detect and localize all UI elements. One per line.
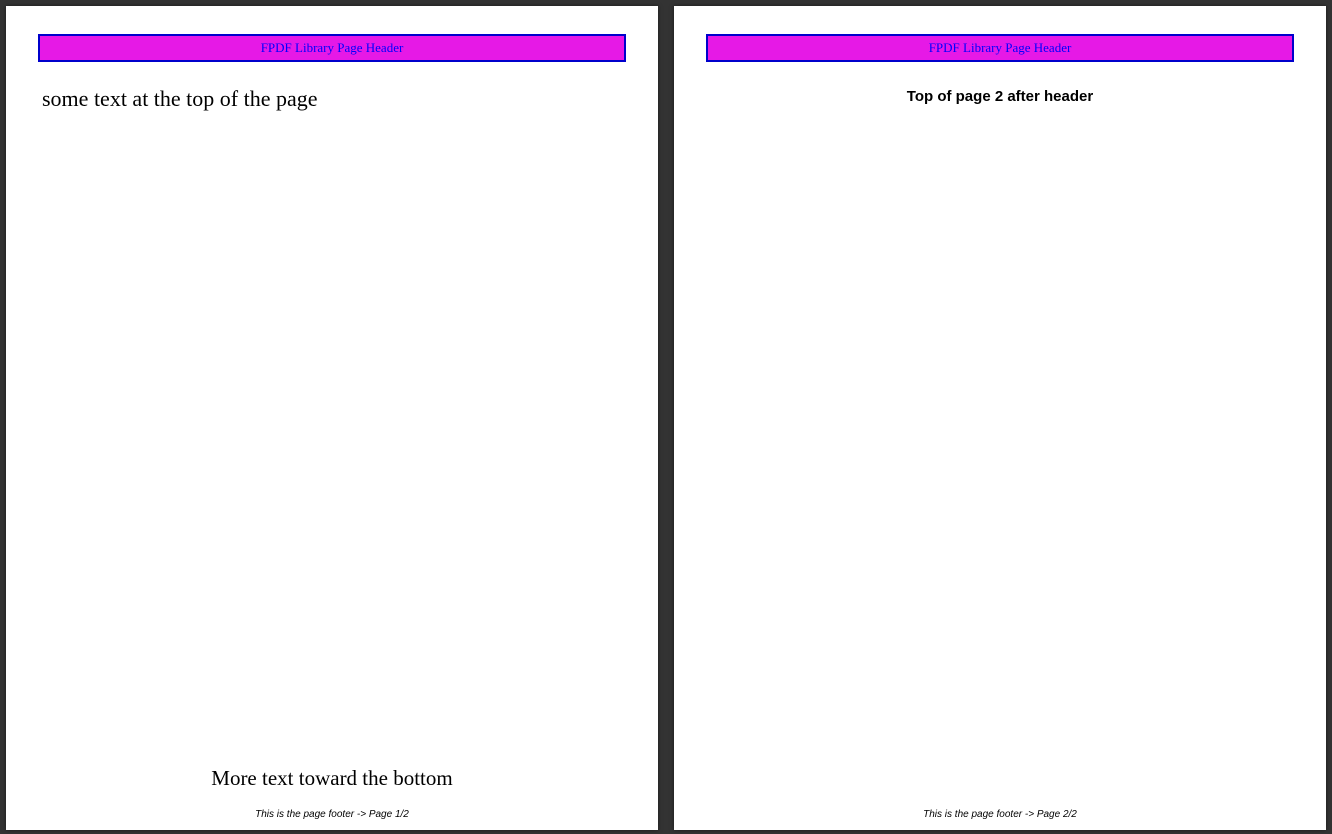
pdf-page-1: FPDF Library Page Header some text at th… — [6, 6, 658, 830]
page-header-bar: FPDF Library Page Header — [38, 34, 626, 62]
page1-bottom-text: More text toward the bottom — [6, 766, 658, 791]
page1-top-text: some text at the top of the page — [42, 86, 318, 112]
page-header-bar: FPDF Library Page Header — [706, 34, 1294, 62]
pdf-page-2: FPDF Library Page Header Top of page 2 a… — [674, 6, 1326, 830]
page2-top-text: Top of page 2 after header — [674, 88, 1326, 105]
page-header-text: FPDF Library Page Header — [261, 40, 404, 56]
page1-footer: This is the page footer -> Page 1/2 — [6, 809, 658, 820]
page-header-text: FPDF Library Page Header — [929, 40, 1072, 56]
page2-footer: This is the page footer -> Page 2/2 — [674, 809, 1326, 820]
